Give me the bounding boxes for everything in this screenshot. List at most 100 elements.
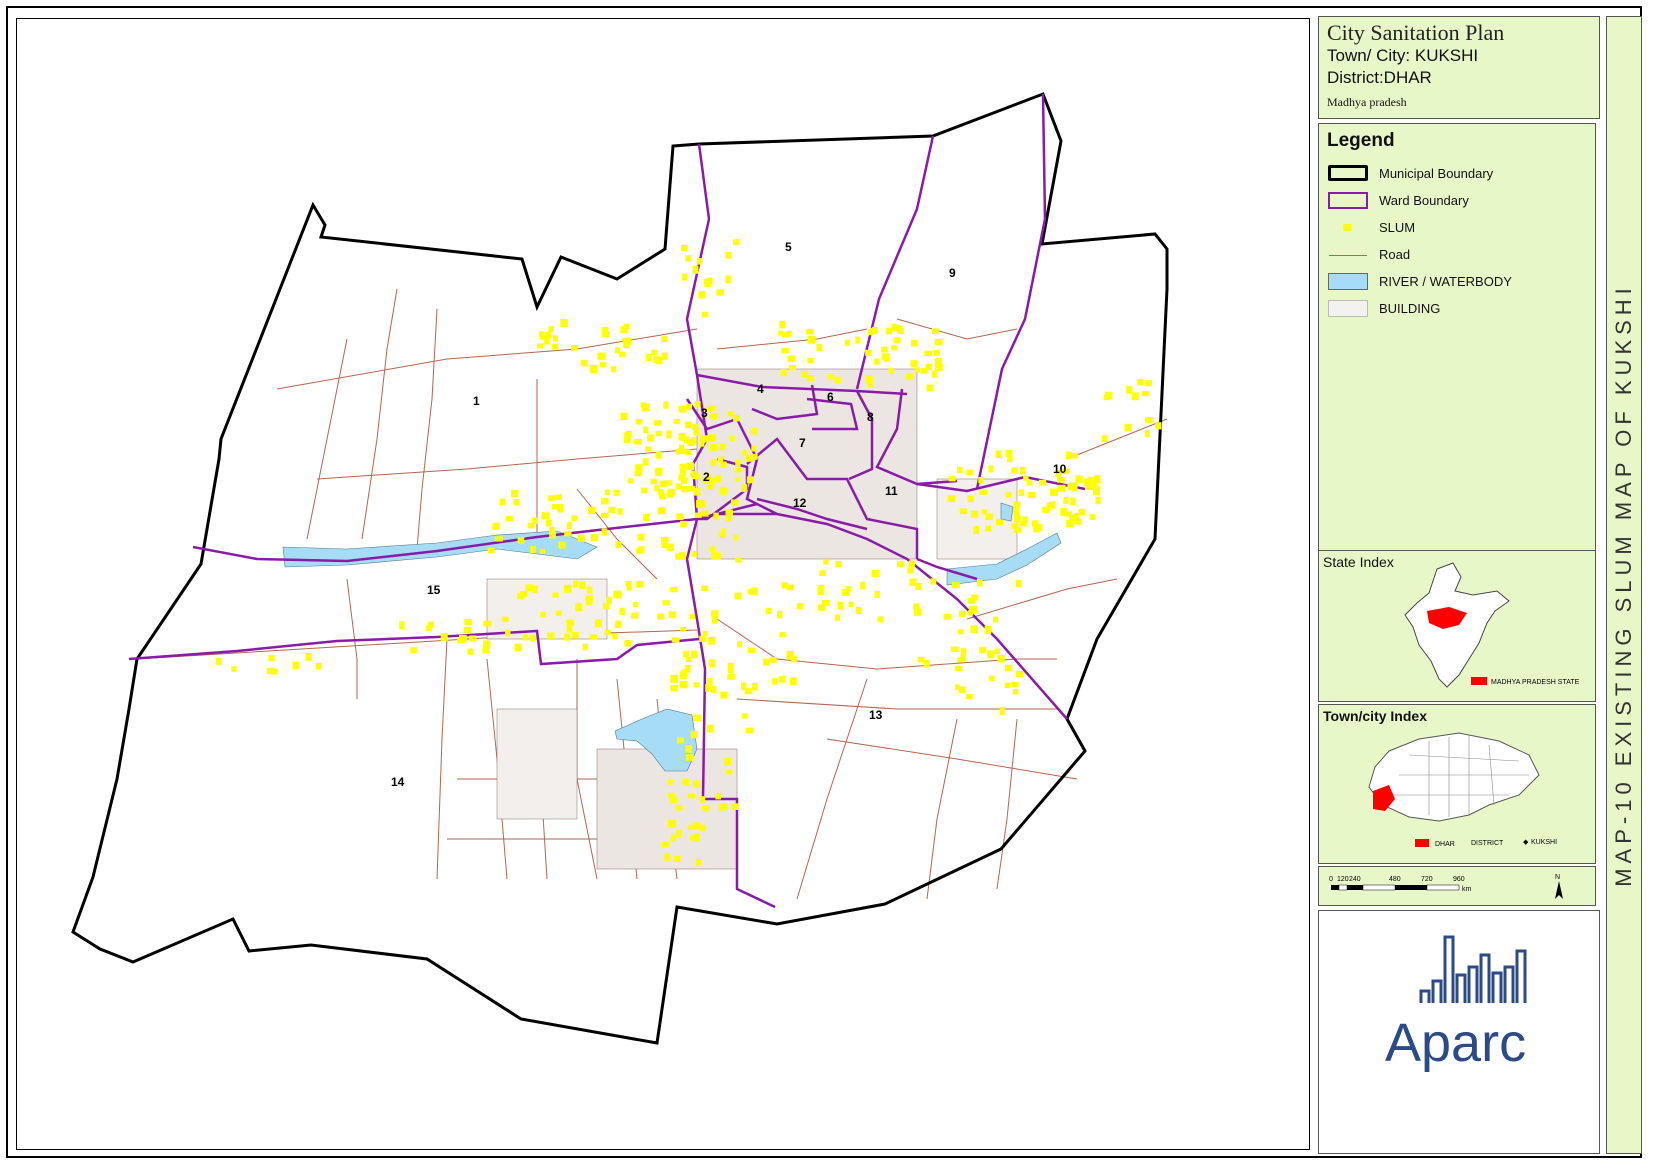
district-legend-swatch xyxy=(1415,839,1429,847)
slum-marker xyxy=(692,780,701,788)
slum-marker xyxy=(905,373,914,380)
legend-label: BUILDING xyxy=(1379,301,1441,316)
slum-marker xyxy=(970,510,979,518)
slum-marker xyxy=(681,669,687,677)
slum-marker xyxy=(787,355,796,362)
map-canvas[interactable]: 1 2 3 4 5 6 7 8 9 10 11 12 13 14 15 xyxy=(16,18,1310,1150)
slum-marker xyxy=(874,358,880,365)
slum-marker xyxy=(719,443,726,451)
slum-marker xyxy=(623,340,630,349)
slum-marker xyxy=(637,533,645,541)
slum-marker xyxy=(932,328,939,334)
slum-marker xyxy=(546,519,552,527)
slum-marker xyxy=(643,513,650,522)
ward-label-12: 12 xyxy=(793,496,807,510)
slum-marker xyxy=(615,541,622,549)
slum-marker xyxy=(1066,520,1074,528)
slum-marker xyxy=(691,551,697,557)
slum-marker xyxy=(1011,467,1017,474)
logo-text: Aparc xyxy=(1385,1013,1526,1073)
slum-marker xyxy=(930,578,937,585)
slum-marker xyxy=(727,673,735,680)
slum-marker xyxy=(514,643,522,652)
slum-marker xyxy=(1012,689,1019,695)
slum-marker xyxy=(917,656,925,663)
slum-marker xyxy=(655,430,662,437)
slum-marker xyxy=(701,585,709,591)
slum-marker xyxy=(610,366,617,373)
slum-marker xyxy=(886,327,892,335)
slum-marker xyxy=(619,607,625,615)
slum-marker xyxy=(677,737,684,744)
slum-marker xyxy=(633,439,642,445)
slum-marker xyxy=(511,489,519,498)
slum-marker xyxy=(1013,507,1020,515)
slum-marker xyxy=(750,587,758,596)
slum-marker xyxy=(625,581,632,587)
slum-marker xyxy=(967,598,976,604)
slum-marker xyxy=(1155,422,1162,430)
slum-marker xyxy=(1071,452,1079,459)
slum-marker xyxy=(426,625,432,632)
slum-marker xyxy=(828,373,834,380)
slum-marker xyxy=(842,589,850,596)
slum-marker xyxy=(999,707,1005,715)
slum-marker xyxy=(698,291,705,299)
slum-marker xyxy=(681,244,688,252)
slum-marker xyxy=(687,793,696,799)
slum-marker xyxy=(911,340,918,347)
slum-marker xyxy=(666,430,672,439)
slum-marker xyxy=(960,654,966,662)
slum-marker xyxy=(657,613,665,620)
slum-marker xyxy=(531,518,537,524)
slum-marker xyxy=(594,619,602,627)
slum-marker xyxy=(1049,501,1056,509)
slum-marker xyxy=(706,484,714,490)
slum-marker xyxy=(668,820,676,828)
slum-marker xyxy=(643,426,649,434)
slum-marker xyxy=(781,347,789,354)
slum-marker xyxy=(933,350,940,356)
slum-marker xyxy=(268,654,275,662)
slum-marker xyxy=(654,420,662,426)
slum-marker xyxy=(532,585,538,594)
slum-marker xyxy=(552,335,559,342)
slum-marker xyxy=(716,289,724,295)
slum-marker xyxy=(1070,497,1076,505)
slum-marker xyxy=(1078,508,1085,516)
slum-marker xyxy=(958,629,964,635)
slum-marker xyxy=(1075,475,1083,483)
slum-marker xyxy=(786,584,794,591)
ward-label-8: 8 xyxy=(867,410,874,424)
slum-marker xyxy=(627,478,633,484)
slum-marker xyxy=(950,646,959,653)
side-title-panel: MAP-10 EXISTING SLUM MAP OF KUKSHI xyxy=(1606,16,1642,1154)
slum-marker xyxy=(305,653,312,661)
slum-marker xyxy=(440,633,448,641)
slum-marker xyxy=(695,859,701,866)
slum-marker xyxy=(726,516,732,522)
slum-marker xyxy=(564,633,571,641)
ward-label-13: 13 xyxy=(869,708,883,722)
slum-marker xyxy=(1004,682,1011,689)
slum-marker xyxy=(711,610,719,618)
slum-marker xyxy=(733,239,740,246)
slum-marker xyxy=(789,677,797,686)
slum-marker xyxy=(985,628,991,635)
slum-marker xyxy=(686,462,695,470)
slum-marker xyxy=(613,590,622,599)
slum-marker xyxy=(529,634,536,642)
slum-marker xyxy=(745,727,754,734)
slum-marker xyxy=(788,365,796,371)
slum-marker xyxy=(700,824,706,831)
slum-marker xyxy=(662,841,670,848)
slum-marker xyxy=(661,542,667,549)
slum-marker xyxy=(711,617,718,624)
slum-marker xyxy=(654,468,663,476)
slum-marker xyxy=(741,484,748,493)
slum-marker xyxy=(699,438,705,447)
slum-marker xyxy=(636,419,643,425)
district-name: District:DHAR xyxy=(1327,68,1432,87)
slum-marker xyxy=(834,614,840,621)
legend-label: Municipal Boundary xyxy=(1379,166,1494,181)
